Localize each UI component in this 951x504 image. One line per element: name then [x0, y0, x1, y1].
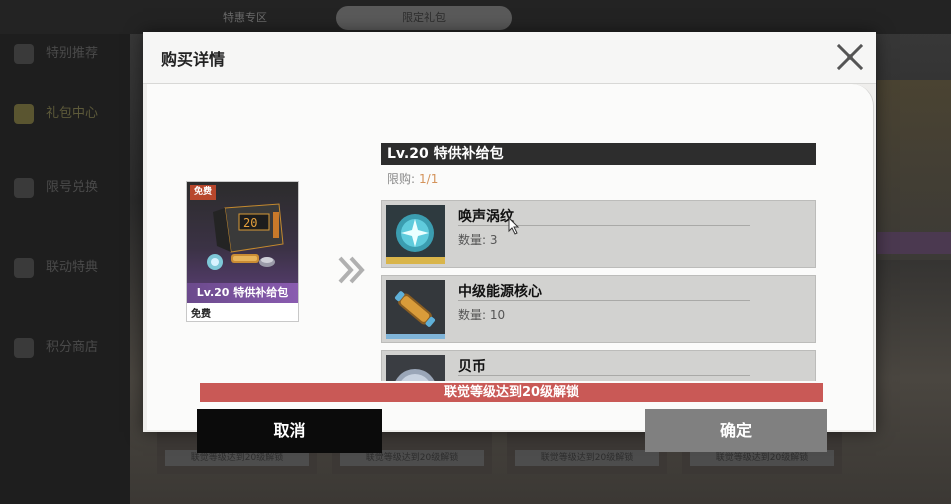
- unlock-requirement-banner: 联觉等级达到20级解锁: [200, 383, 823, 402]
- background-top-bar: 特惠专区 限定礼包: [0, 0, 951, 34]
- divider: [458, 300, 750, 301]
- purchase-limit-value: 1/1: [419, 172, 439, 186]
- reward-name: 中级能源核心: [458, 284, 542, 300]
- reward-quantity: 数量: 3: [458, 233, 498, 247]
- modal-header: 购买详情: [143, 32, 876, 84]
- list-item: 贝币: [381, 350, 816, 381]
- modal-title: 购买详情: [161, 50, 226, 69]
- product-card: 20 免费 Lv.20 特供补给包 免费: [186, 181, 299, 322]
- background-sidebar-item: 积分商店: [8, 334, 118, 362]
- background-sidebar: 特别推荐 礼包中心 限号兑换 联动特典 积分商店: [0, 34, 130, 504]
- divider: [458, 375, 750, 376]
- list-item: 唤声涡纹 数量: 3: [381, 200, 816, 268]
- reward-name: 贝币: [458, 359, 486, 375]
- purchase-limit-label: 限购:: [387, 172, 416, 186]
- reward-list[interactable]: 唤声涡纹 数量: 3 中级能源核心 数量: 10 贝币: [381, 200, 817, 381]
- close-icon: [836, 43, 864, 71]
- background-product-strip: [877, 232, 951, 254]
- detail-title: Lv.20 特供补给包: [381, 143, 816, 165]
- list-item: 中级能源核心 数量: 10: [381, 275, 816, 343]
- background-sidebar-item: 联动特典: [8, 254, 118, 282]
- background-sidebar-item: 限号兑换: [8, 174, 118, 202]
- close-button[interactable]: [833, 40, 867, 74]
- product-name: Lv.20 特供补给包: [187, 283, 298, 303]
- product-price: 免费: [191, 309, 211, 320]
- double-chevron-right-icon: [338, 256, 365, 284]
- vortex-orb-icon: [386, 205, 445, 264]
- coin-icon: [386, 355, 445, 381]
- background-tab: 特惠专区: [223, 11, 267, 24]
- mouse-cursor-icon: [508, 217, 520, 235]
- box-number: 20: [243, 216, 257, 230]
- cancel-button[interactable]: 取消: [197, 409, 382, 453]
- background-card-footer: 联觉等级达到20级解锁: [690, 450, 834, 466]
- reward-quantity: 数量: 10: [458, 308, 506, 322]
- background-tab-active: 限定礼包: [336, 6, 512, 30]
- free-badge: 免费: [190, 185, 217, 200]
- energy-core-icon: [386, 280, 445, 339]
- reward-name: 唤声涡纹: [458, 209, 514, 225]
- purchase-detail-modal: 购买详情 20 免费 Lv.20 特供补给包 免费 Lv.20 特供补给包 限购…: [143, 32, 876, 453]
- supply-pack-image: 20 免费 Lv.20 特供补给包: [187, 182, 298, 303]
- purchase-limit: 限购: 1/1: [387, 170, 438, 187]
- background-sidebar-item: 礼包中心: [8, 100, 118, 128]
- modal-body: 20 免费 Lv.20 特供补给包 免费 Lv.20 特供补给包 限购: 1/1…: [147, 84, 874, 453]
- background-sidebar-item: 特别推荐: [8, 40, 118, 68]
- background-card-footer: 联觉等级达到20级解锁: [515, 450, 659, 466]
- confirm-button[interactable]: 确定: [645, 409, 827, 452]
- divider: [458, 225, 750, 226]
